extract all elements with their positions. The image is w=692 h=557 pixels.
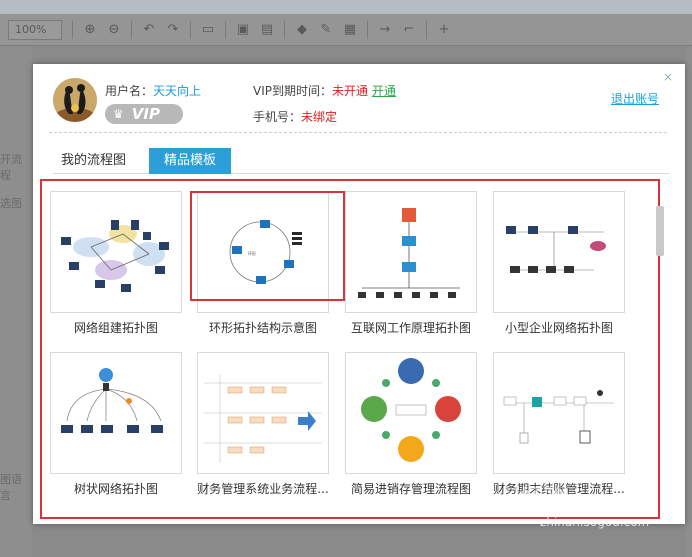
- app-topbar: [0, 0, 692, 14]
- line-color-icon[interactable]: ✎: [319, 22, 333, 37]
- tab-my-flowcharts[interactable]: 我的流程图: [53, 148, 134, 174]
- template-thumbnail: [50, 191, 182, 313]
- template-title: 小型企业网络拓扑图: [504, 321, 613, 335]
- toolbar-divider: [225, 20, 226, 39]
- template-card[interactable]: 财务期末结账管理流程...: [493, 352, 625, 496]
- vip-expire-label: VIP到期时间：: [253, 84, 332, 98]
- tab-templates[interactable]: 精品模板: [149, 148, 231, 174]
- template-title: 树状网络拓扑图: [73, 482, 158, 496]
- template-title: 环形拓扑结构示意图: [208, 321, 317, 335]
- template-card[interactable]: 树状网络拓扑图: [50, 352, 182, 496]
- fill-color-icon[interactable]: ◆: [295, 22, 309, 37]
- add-icon[interactable]: +: [437, 22, 451, 37]
- template-thumbnail: [493, 191, 625, 313]
- toolbar-divider: [284, 20, 285, 39]
- template-thumbnail: [493, 352, 625, 474]
- zoom-select[interactable]: 100%: [8, 19, 62, 40]
- template-thumbnail: [345, 352, 477, 474]
- send-back-icon[interactable]: ▤: [260, 22, 274, 37]
- shape-panel: 开流程 选图 图语言: [0, 47, 32, 557]
- phone-row: 手机号：未绑定: [253, 108, 337, 125]
- template-thumbnail: [197, 352, 329, 474]
- app-toolbar: 100% ⊕ ⊖ ↶ ↷ ▭ ▣ ▤ ◆ ✎ ▦ → ⌐ +: [0, 14, 692, 46]
- template-card[interactable]: 简易进销存管理流程图: [345, 352, 477, 496]
- zoom-out-icon[interactable]: ⊖: [107, 22, 121, 37]
- account-templates-dialog: × 用户名：天天向上 ♛ VIP VIP到期时间：未开通 开通 手机号：未绑定 …: [33, 64, 685, 524]
- crown-icon: ♛: [113, 107, 124, 121]
- template-title: 简易进销存管理流程图: [350, 482, 471, 496]
- template-thumbnail: [50, 352, 182, 474]
- logout-link[interactable]: 退出账号: [611, 90, 659, 107]
- template-title: 财务管理系统业务流程...: [197, 482, 329, 496]
- toolbar-divider: [190, 20, 191, 39]
- phone-status: 未绑定: [301, 110, 338, 124]
- avatar: [53, 78, 97, 122]
- panel-label: 图语言: [0, 473, 22, 502]
- template-card[interactable]: 互联网工作原理拓扑图: [345, 191, 477, 335]
- toolbar-divider: [367, 20, 368, 39]
- template-thumbnail: [345, 191, 477, 313]
- bring-front-icon[interactable]: ▣: [236, 22, 250, 37]
- right-panel: [686, 47, 692, 557]
- template-title: 网络组建拓扑图: [73, 321, 158, 335]
- divider: [49, 132, 667, 133]
- username-value: 天天向上: [153, 84, 202, 98]
- selected-template-highlight: [190, 191, 345, 301]
- toolbar-divider: [131, 20, 132, 39]
- waypoint-icon[interactable]: ⌐: [402, 22, 416, 37]
- vip-status: 未开通: [332, 84, 369, 98]
- redo-icon[interactable]: ↷: [166, 22, 180, 37]
- close-icon[interactable]: ×: [663, 70, 673, 84]
- scrollbar-thumb[interactable]: [656, 206, 664, 256]
- template-card[interactable]: 财务管理系统业务流程...: [197, 352, 329, 496]
- vip-badge: ♛ VIP: [105, 104, 183, 124]
- username-row: 用户名：天天向上: [105, 82, 201, 99]
- vip-badge-label: VIP: [131, 105, 160, 123]
- watermark-text: 经验: [520, 486, 567, 511]
- vip-open-link[interactable]: 开通: [372, 84, 396, 98]
- toolbar-divider: [426, 20, 427, 39]
- template-card[interactable]: 小型企业网络拓扑图: [493, 191, 625, 335]
- toolbar-divider: [72, 20, 73, 39]
- watermark-logo: 经验: [520, 480, 566, 512]
- connector-icon[interactable]: →: [378, 22, 392, 37]
- tab-bar: 我的流程图 精品模板: [53, 148, 669, 174]
- delete-icon[interactable]: ▭: [201, 22, 215, 37]
- undo-icon[interactable]: ↶: [142, 22, 156, 37]
- watermark-url: zhinan.sogou.com: [540, 515, 650, 529]
- shadow-icon[interactable]: ▦: [343, 22, 357, 37]
- username-label: 用户名：: [105, 84, 154, 98]
- phone-label: 手机号：: [253, 110, 302, 124]
- zoom-in-icon[interactable]: ⊕: [83, 22, 97, 37]
- vip-expire-row: VIP到期时间：未开通 开通: [253, 82, 396, 99]
- panel-label: 开流程: [0, 153, 22, 182]
- template-card[interactable]: 网络组建拓扑图: [50, 191, 182, 335]
- panel-label: 选图: [0, 197, 22, 210]
- template-title: 互联网工作原理拓扑图: [350, 321, 471, 335]
